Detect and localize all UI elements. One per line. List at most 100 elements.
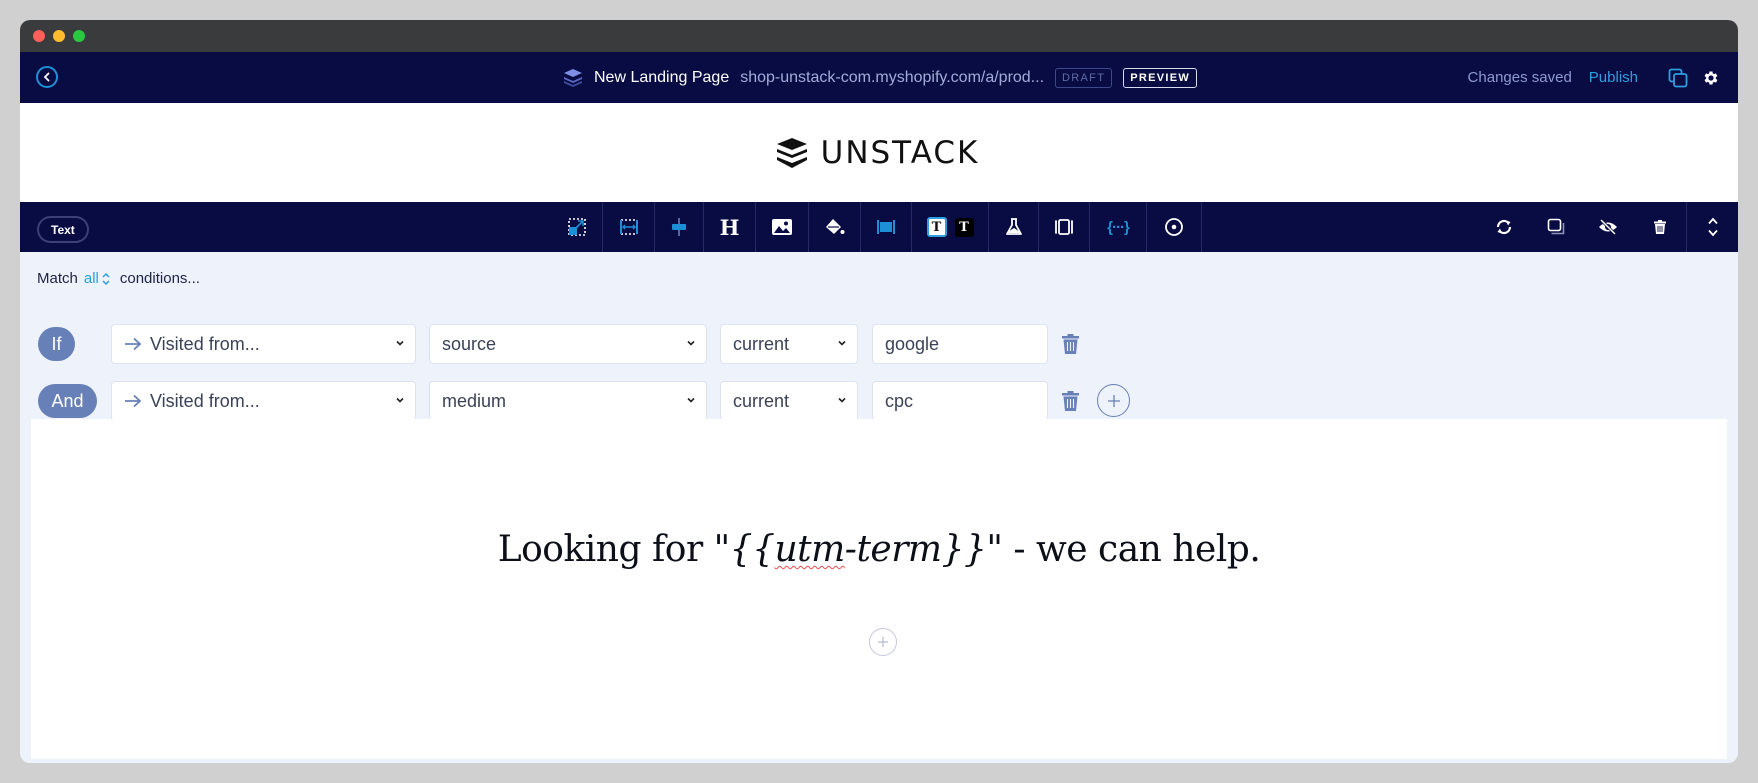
page-name[interactable]: New Landing Page — [594, 69, 729, 87]
layout-tool[interactable] — [861, 202, 912, 252]
condition-connector[interactable]: And — [38, 384, 97, 418]
draft-badge: DRAFT — [1055, 67, 1113, 88]
unstack-logo-icon — [776, 137, 807, 168]
token-open: {{ — [729, 529, 775, 570]
delete-icon — [1654, 220, 1666, 234]
site-header: UNSTACK — [20, 103, 1738, 202]
refresh-button[interactable] — [1478, 202, 1530, 252]
logo-text: UNSTACK — [820, 134, 980, 171]
condition-param-value: source — [442, 333, 497, 354]
dynamic-content-tool[interactable]: {···} — [1090, 202, 1147, 252]
padding-icon — [1055, 219, 1073, 235]
text-color-tool[interactable]: T T — [912, 202, 989, 252]
refresh-icon — [1496, 219, 1512, 235]
element-type-badge[interactable]: Text — [37, 216, 89, 243]
maximize-window-button[interactable] — [73, 30, 85, 42]
publish-button[interactable]: Publish — [1589, 69, 1638, 86]
layout-icon — [877, 220, 895, 234]
formatting-tools: H T T {···} — [552, 202, 1202, 252]
window-titlebar — [20, 20, 1738, 52]
arrow-right-icon — [125, 394, 142, 408]
trash-icon[interactable] — [1062, 391, 1079, 411]
section-toolbar: Text H T T {···} — [20, 202, 1738, 252]
plus-icon — [1107, 394, 1120, 407]
arrow-right-icon — [125, 337, 142, 351]
image-icon — [772, 219, 792, 235]
padding-tool[interactable] — [1039, 202, 1090, 252]
fill-icon — [825, 219, 844, 234]
layers-icon — [564, 68, 582, 87]
hero-dynamic-token: {{utm-term}} — [730, 529, 987, 570]
browser-window: New Landing Page shop-unstack-com.myshop… — [20, 20, 1738, 763]
target-icon — [1165, 218, 1183, 236]
heading-icon: H — [719, 214, 740, 240]
align-tool[interactable] — [655, 202, 704, 252]
section-actions — [1478, 202, 1738, 252]
delete-section-button[interactable] — [1634, 202, 1686, 252]
condition-param-select[interactable]: medium — [429, 381, 707, 421]
move-down-icon[interactable] — [1707, 229, 1719, 237]
condition-type-select[interactable]: Visited from... — [111, 381, 416, 421]
condition-timing-select[interactable]: current — [720, 381, 858, 421]
conditions-panel: Match all conditions... If Visited from.… — [20, 252, 1738, 421]
page-canvas: Looking for "{{utm-term}}" - we can help… — [31, 419, 1727, 759]
condition-type-select[interactable]: Visited from... — [111, 324, 416, 364]
condition-param-select[interactable]: source — [429, 324, 707, 364]
text-light-icon[interactable]: T — [926, 217, 947, 237]
chevron-down-icon — [838, 397, 846, 403]
condition-value-input[interactable]: cpc — [872, 381, 1048, 421]
condition-connector: If — [38, 327, 75, 361]
trash-icon[interactable] — [1062, 334, 1079, 354]
preview-button[interactable]: PREVIEW — [1123, 67, 1198, 88]
ab-test-tool[interactable] — [989, 202, 1039, 252]
hero-text-prefix: Looking for " — [497, 529, 730, 570]
token-var: utm — [774, 529, 845, 570]
page-info: New Landing Page shop-unstack-com.myshop… — [562, 52, 1208, 103]
heading-tool[interactable]: H — [704, 202, 756, 252]
text-dark-icon[interactable]: T — [954, 217, 974, 237]
condition-row: If Visited from... source current google — [20, 324, 1738, 364]
condition-timing-select[interactable]: current — [720, 324, 858, 364]
fill-tool[interactable] — [809, 202, 861, 252]
hide-button[interactable] — [1582, 202, 1634, 252]
add-block-button[interactable] — [869, 628, 897, 656]
full-width-tool[interactable] — [603, 202, 655, 252]
token-var-rest: -term — [844, 529, 942, 570]
image-tool[interactable] — [756, 202, 809, 252]
page-url[interactable]: shop-unstack-com.myshopify.com/a/prod... — [740, 69, 1044, 87]
back-icon — [43, 72, 50, 82]
full-width-icon — [619, 219, 638, 235]
match-mode-value: all — [83, 270, 99, 287]
site-logo[interactable]: UNSTACK — [775, 135, 980, 171]
reorder-controls — [1686, 202, 1738, 252]
duplicate-button[interactable] — [1530, 202, 1582, 252]
plus-icon — [878, 637, 888, 647]
match-mode-row: Match all conditions... — [37, 270, 200, 287]
gear-icon[interactable] — [1702, 69, 1720, 87]
condition-type-value: Visited from... — [150, 390, 260, 411]
condition-value-input[interactable]: google — [872, 324, 1048, 364]
hero-text-suffix: " - we can help. — [986, 529, 1261, 570]
dynamic-content-icon: {···} — [1107, 218, 1130, 236]
condition-timing-value: current — [733, 333, 790, 354]
chevron-down-icon — [687, 340, 695, 346]
token-close: }} — [941, 529, 987, 570]
minimize-window-button[interactable] — [53, 30, 65, 42]
add-condition-button[interactable] — [1097, 384, 1130, 417]
copy-icon[interactable] — [1668, 68, 1688, 88]
back-button[interactable] — [36, 66, 58, 88]
condition-timing-value: current — [733, 390, 790, 411]
save-status: Changes saved — [1467, 69, 1572, 86]
resize-icon — [568, 218, 586, 236]
hero-heading[interactable]: Looking for "{{utm-term}}" - we can help… — [31, 529, 1727, 570]
close-window-button[interactable] — [33, 30, 45, 42]
header-actions: Changes saved Publish — [1468, 52, 1738, 103]
match-mode-select[interactable]: all — [84, 270, 111, 287]
condition-row: And Visited from... medium current cpc — [20, 381, 1738, 421]
target-tool[interactable] — [1147, 202, 1202, 252]
resize-tool[interactable] — [552, 202, 603, 252]
move-up-icon[interactable] — [1707, 217, 1719, 225]
align-center-icon — [672, 218, 686, 236]
chevron-down-icon — [396, 397, 404, 403]
chevron-down-icon — [838, 340, 846, 346]
